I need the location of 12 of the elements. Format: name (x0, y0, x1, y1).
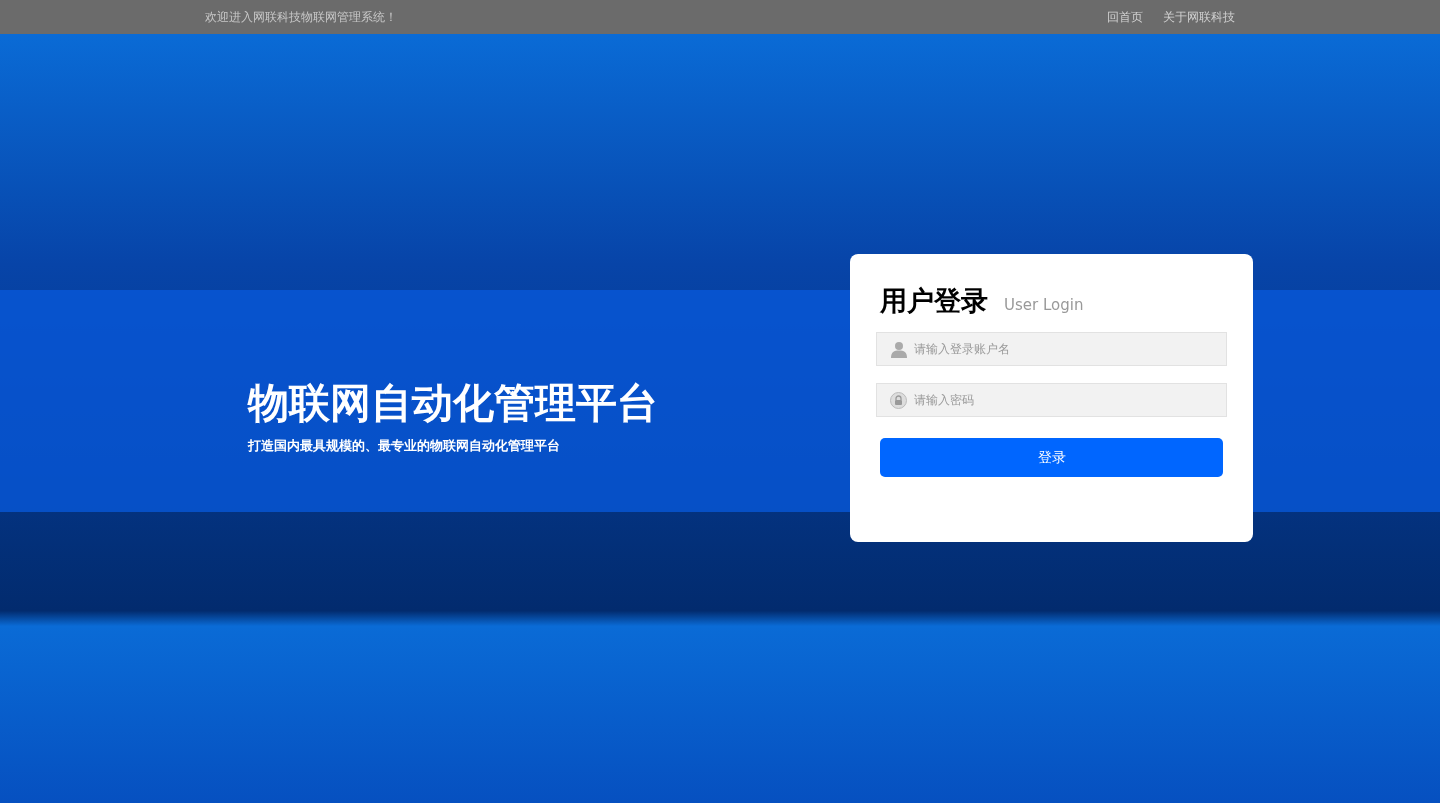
login-title: 用户登录 (880, 284, 988, 318)
password-field[interactable]: 请输入密码 (876, 383, 1227, 417)
login-button[interactable]: 登录 (880, 438, 1223, 477)
nav-link[interactable]: 关于网联科技 (1163, 8, 1235, 26)
lock-icon (890, 392, 907, 409)
login-subtitle: User Login (1004, 294, 1084, 316)
user-icon (891, 341, 907, 358)
platform-title: 物联网自动化管理平台 (248, 378, 659, 428)
nav-link[interactable]: 回首页 (1107, 8, 1143, 26)
platform-subtitle: 打造国内最具规模的、最专业的物联网自动化管理平台 (248, 437, 561, 455)
username-field[interactable]: 请输入登录账户名 (876, 332, 1227, 366)
welcome-text: 欢迎进入网联科技物联网管理系统！ (205, 9, 397, 26)
